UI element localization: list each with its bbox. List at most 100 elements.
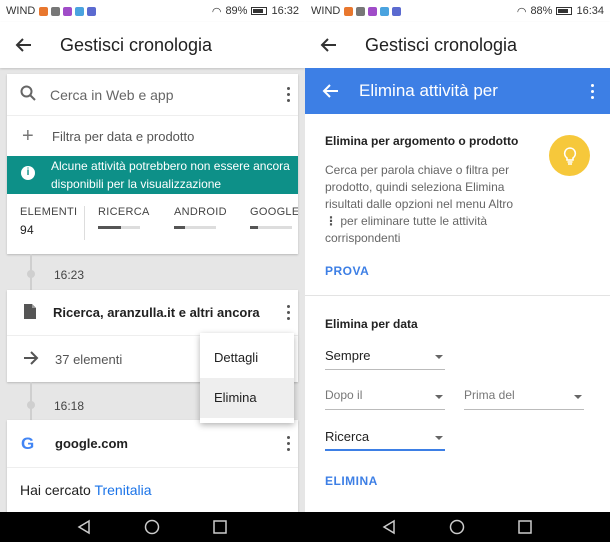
wifi-icon: ◠ bbox=[211, 5, 222, 18]
notification-icons bbox=[344, 6, 402, 16]
battery-icon bbox=[251, 7, 268, 15]
description-text: per eliminare tutte le attività corrispo… bbox=[325, 214, 488, 245]
after-date-dropdown[interactable]: Dopo il bbox=[325, 388, 445, 410]
recents-nav-icon[interactable] bbox=[212, 519, 228, 535]
product-value: Ricerca bbox=[325, 429, 370, 444]
filter-row[interactable]: + Filtra per data e prodotto bbox=[7, 116, 298, 156]
status-bar: WIND ◠ 88% 16:34 bbox=[305, 0, 610, 22]
google-header[interactable]: G google.com bbox=[7, 420, 298, 468]
stats-row: ELEMENTI 94 RICERCA ANDROID GOOGLE P bbox=[7, 194, 298, 248]
battery-percent: 88% bbox=[530, 5, 553, 17]
more-vert-icon[interactable] bbox=[582, 83, 602, 99]
product-dropdown[interactable]: Ricerca bbox=[325, 429, 445, 451]
back-arrow-icon[interactable] bbox=[319, 79, 343, 103]
dropdown-arrow-icon bbox=[435, 355, 443, 359]
info-banner: i Alcune attività potrebbero non essere … bbox=[7, 156, 298, 194]
search-card: Cerca in Web e app + Filtra per data e p… bbox=[7, 74, 298, 254]
activity-count: 37 elementi bbox=[55, 351, 123, 367]
menu-item-elimina[interactable]: Elimina bbox=[200, 378, 294, 418]
lightbulb-icon bbox=[549, 135, 590, 176]
delete-by-date-section: Elimina per data bbox=[325, 317, 595, 331]
description-text: Cerca per parola chiave o filtra per pro… bbox=[325, 163, 514, 211]
page-title: Gestisci cronologia bbox=[60, 34, 213, 55]
back-nav-icon[interactable] bbox=[381, 519, 397, 535]
delete-activity-bar: Elimina attività per bbox=[305, 68, 610, 114]
back-nav-icon[interactable] bbox=[76, 519, 92, 535]
app-bar: Gestisci cronologia bbox=[0, 22, 305, 68]
wifi-icon: ◠ bbox=[516, 5, 527, 18]
carrier-label: WIND bbox=[6, 5, 36, 17]
divider bbox=[305, 295, 610, 296]
range-value: Sempre bbox=[325, 348, 371, 363]
left-screen: WIND ◠ 89% 16:32 Gestisci cronologia Cer… bbox=[0, 0, 305, 512]
google-card: G google.com Hai cercato Trenitalia bbox=[7, 420, 298, 512]
more-vert-icon: ⋮ bbox=[325, 214, 337, 228]
back-arrow-icon[interactable] bbox=[12, 33, 36, 57]
search-entry[interactable]: Hai cercato Trenitalia bbox=[7, 468, 298, 498]
timeline-dot bbox=[27, 401, 35, 409]
banner-text: Alcune attività potrebbero non essere an… bbox=[51, 159, 290, 191]
dropdown-arrow-icon bbox=[435, 436, 443, 440]
stat-elementi: ELEMENTI 94 bbox=[7, 206, 85, 240]
notification-icons bbox=[39, 6, 97, 16]
search-entry-prefix: Hai cercato bbox=[20, 482, 91, 498]
dropdown-arrow-icon bbox=[435, 395, 443, 399]
elimina-button[interactable]: ELIMINA bbox=[325, 474, 378, 488]
arrow-forward-icon bbox=[23, 350, 39, 368]
range-dropdown[interactable]: Sempre bbox=[325, 348, 445, 370]
before-date-dropdown[interactable]: Prima del bbox=[464, 388, 584, 410]
clock: 16:32 bbox=[271, 5, 299, 17]
search-entry-link[interactable]: Trenitalia bbox=[94, 482, 151, 498]
carrier-label: WIND bbox=[311, 5, 341, 17]
home-nav-icon[interactable] bbox=[144, 519, 160, 535]
after-date-label: Dopo il bbox=[325, 388, 363, 402]
more-vert-icon[interactable] bbox=[278, 305, 298, 320]
stat-value: 94 bbox=[20, 223, 34, 237]
section-heading: Elimina per data bbox=[325, 317, 418, 331]
app-bar: Gestisci cronologia bbox=[305, 22, 610, 68]
stat-bar bbox=[250, 226, 292, 229]
google-title: google.com bbox=[55, 436, 128, 451]
stat-label: ELEMENTI bbox=[20, 206, 78, 218]
more-vert-icon[interactable] bbox=[278, 87, 298, 102]
context-menu: Dettagli Elimina bbox=[200, 333, 294, 423]
section-description: Cerca per parola chiave o filtra per pro… bbox=[325, 162, 525, 247]
back-arrow-icon[interactable] bbox=[317, 33, 341, 57]
recents-nav-icon[interactable] bbox=[517, 519, 533, 535]
right-screen: WIND ◠ 88% 16:34 Gestisci cronologia Eli… bbox=[305, 0, 610, 512]
stat-google[interactable]: GOOGLE P bbox=[237, 206, 298, 248]
battery-icon bbox=[556, 7, 573, 15]
system-nav-bar bbox=[0, 512, 610, 542]
before-date-label: Prima del bbox=[464, 388, 515, 402]
plus-icon: + bbox=[22, 124, 34, 147]
activity-title: Ricerca, aranzulla.it e altri ancora bbox=[53, 305, 260, 320]
time-label: 16:23 bbox=[54, 268, 85, 282]
delete-activity-title: Elimina attività per bbox=[359, 81, 498, 100]
prova-button[interactable]: PROVA bbox=[325, 264, 595, 278]
dropdown-arrow-icon bbox=[574, 395, 582, 399]
document-icon bbox=[23, 303, 37, 323]
timeline-dot bbox=[27, 270, 35, 278]
stat-bar bbox=[174, 226, 216, 229]
battery-percent: 89% bbox=[225, 5, 248, 17]
google-logo-icon: G bbox=[21, 433, 35, 453]
clock: 16:34 bbox=[576, 5, 604, 17]
stat-label: ANDROID bbox=[174, 206, 227, 218]
info-icon: i bbox=[21, 166, 35, 180]
search-bar[interactable]: Cerca in Web e app bbox=[7, 74, 298, 116]
home-nav-icon[interactable] bbox=[449, 519, 465, 535]
more-vert-icon[interactable] bbox=[278, 436, 298, 451]
stat-ricerca[interactable]: RICERCA bbox=[85, 206, 161, 248]
activity-header[interactable]: Ricerca, aranzulla.it e altri ancora bbox=[7, 290, 298, 336]
stat-label: RICERCA bbox=[98, 206, 150, 218]
stat-bar bbox=[98, 226, 140, 229]
stat-label: GOOGLE P bbox=[250, 206, 298, 218]
search-input[interactable]: Cerca in Web e app bbox=[50, 87, 278, 103]
menu-item-dettagli[interactable]: Dettagli bbox=[200, 338, 294, 378]
stat-android[interactable]: ANDROID bbox=[161, 206, 237, 248]
search-icon bbox=[20, 85, 36, 104]
filter-label: Filtra per data e prodotto bbox=[52, 128, 195, 144]
status-bar: WIND ◠ 89% 16:32 bbox=[0, 0, 305, 22]
page-title: Gestisci cronologia bbox=[365, 34, 518, 55]
time-label: 16:18 bbox=[54, 399, 85, 413]
